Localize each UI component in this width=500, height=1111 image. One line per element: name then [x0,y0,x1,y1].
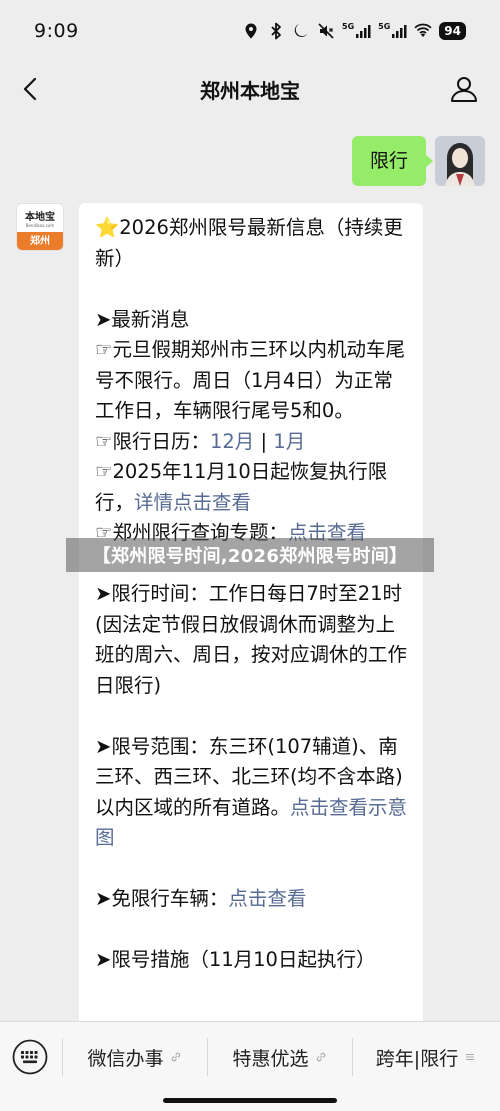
chat-title: 郑州本地宝 [200,78,300,103]
resume-line: ☞2025年11月10日起恢复执行限行，详情点击查看 [95,457,409,518]
signal-label-1: 5G [342,22,355,31]
user-avatar-image [435,136,485,186]
signal-icon [356,25,371,38]
user-avatar[interactable] [435,136,485,186]
menu-item-special-offers[interactable]: 特惠优选 [207,1022,352,1092]
message-title: ⭐2026郑州限号最新信息（持续更新） [95,216,403,270]
wifi-icon [414,23,432,37]
menu-label: 特惠优选 [232,1047,309,1070]
signal-5g-1: 5G [342,23,371,39]
menu-label: 微信办事 [87,1047,164,1070]
exempt-text: ➤免限行车辆： [95,887,229,910]
signal-icon [392,25,407,38]
signal-label-2: 5G [378,22,391,31]
location-icon [245,23,257,39]
status-time: 9:09 [34,20,79,42]
status-icons: 5G 5G 94 [242,22,466,40]
section-latest-news: ➤最新消息 [95,307,190,331]
home-indicator [163,1098,337,1103]
holiday-notice: ☞元旦假期郑州市三环以内机动车尾号不限行。周日（1月4日）为正常工作日，车辆限行… [95,338,405,422]
menu-list-icon [466,1053,475,1061]
signal-5g-2: 5G [378,23,407,39]
person-icon[interactable] [448,73,480,105]
keyboard-icon[interactable] [12,1039,48,1075]
calendar-label: ☞限行日历： [95,429,210,453]
menu-item-wechat-services[interactable]: 微信办事 [62,1022,207,1092]
avatar-logo-sub: Bendibao.com [25,223,55,228]
avatar-logo-text: 本地宝 [25,212,55,223]
link-december[interactable]: 12月 [210,430,254,453]
menu-item-new-year-restriction[interactable]: 跨年|限行 [352,1022,500,1092]
link-exempt[interactable]: 点击查看 [228,887,306,910]
title-banner: 【郑州限号时间,2026郑州限号时间】 [66,538,434,572]
outgoing-bubble[interactable]: 限行 [351,136,434,186]
incoming-bubble: ⭐2026郑州限号最新信息（持续更新） ➤最新消息 ☞元旦假期郑州市三环以内机动… [79,203,423,1043]
menu-label: 跨年|限行 [375,1047,459,1070]
restriction-time: ➤限行时间：工作日每日7时至21时(因法定节假日放假调休而调整为上班的周六、周日… [95,582,408,697]
restriction-range: ➤限号范围：东三环(107辅道)、南三环、西三环、北三环(均不含本路)以内区域的… [95,732,409,854]
calendar-separator: | [260,429,268,453]
calendar-line: ☞限行日历：12月 | 1月 [95,427,409,458]
link-icon [316,1052,325,1062]
official-account-avatar[interactable]: 本地宝 Bendibao.com 郑州 [16,203,64,251]
avatar-city: 郑州 [17,232,63,250]
bluetooth-icon [271,22,281,40]
outgoing-message: 限行 [351,136,485,186]
moon-icon [294,24,308,37]
battery-icon: 94 [439,22,466,40]
avatar-logo: 本地宝 Bendibao.com [17,204,63,232]
chat-header: 郑州本地宝 [0,62,500,116]
status-bar: 9:09 5G 5G 94 [0,0,500,62]
chevron-left-icon[interactable] [16,74,46,104]
link-details[interactable]: 详情点击查看 [134,491,251,514]
mute-icon [318,23,334,39]
exempt-vehicles: ➤免限行车辆：点击查看 [95,884,409,915]
restriction-measures: ➤限号措施（11月10日起执行） [95,948,376,971]
link-icon [171,1052,180,1062]
link-january[interactable]: 1月 [273,430,305,453]
